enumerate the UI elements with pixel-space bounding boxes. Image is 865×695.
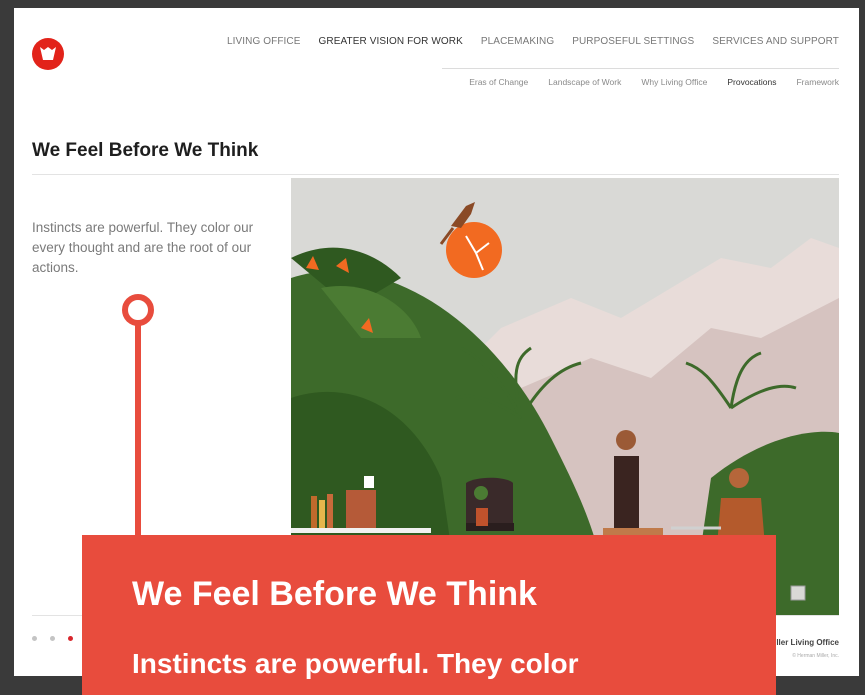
nav-divider (442, 68, 839, 69)
annotation-pin-marker (122, 294, 154, 553)
nav-item-living-office[interactable]: LIVING OFFICE (227, 36, 301, 47)
callout-title: We Feel Before We Think (132, 575, 537, 613)
nav-item-placemaking[interactable]: PLACEMAKING (481, 36, 554, 47)
nav-item-greater-vision[interactable]: GREATER VISION FOR WORK (319, 36, 463, 47)
subnav-item-provocations[interactable]: Provocations (727, 77, 776, 87)
callout-text: Instincts are powerful. They color (132, 648, 579, 679)
subnav-item-framework[interactable]: Framework (796, 77, 839, 87)
footer-copyright: © Herman Miller, Inc. (792, 653, 839, 659)
page-title: We Feel Before We Think (32, 140, 259, 161)
title-divider (32, 174, 839, 175)
slide-dot-active[interactable] (68, 636, 73, 641)
subnav-item-eras-of-change[interactable]: Eras of Change (469, 77, 528, 87)
annotation-callout: We Feel Before We Think Instincts are po… (82, 535, 776, 695)
slide-dot[interactable] (32, 636, 37, 641)
subnav-item-landscape-of-work[interactable]: Landscape of Work (548, 77, 621, 87)
subnav-item-why-living-office[interactable]: Why Living Office (641, 77, 707, 87)
main-nav: LIVING OFFICE GREATER VISION FOR WORK PL… (227, 36, 839, 47)
herman-miller-logo[interactable] (32, 38, 64, 70)
sub-nav: Eras of Change Landscape of Work Why Liv… (469, 77, 839, 87)
slide-dot[interactable] (50, 636, 55, 641)
nav-item-services-support[interactable]: SERVICES AND SUPPORT (712, 36, 839, 47)
intro-text: Instincts are powerful. They color our e… (32, 219, 254, 275)
nav-item-purposeful-settings[interactable]: PURPOSEFUL SETTINGS (572, 36, 694, 47)
